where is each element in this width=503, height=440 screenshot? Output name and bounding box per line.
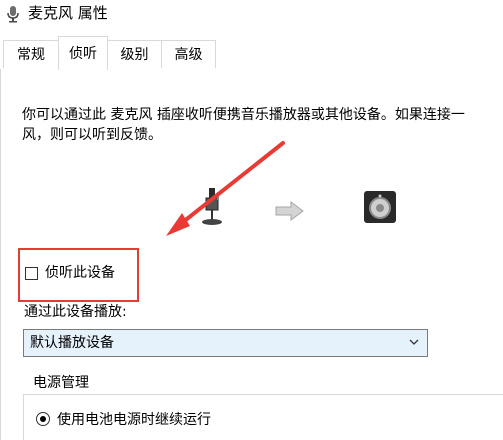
tab-bar: 常规 侦听 级别 高级 <box>0 36 503 70</box>
listen-to-device-label[interactable]: 侦听此设备 <box>45 263 115 283</box>
playback-device-value: 默认播放设备 <box>30 335 114 351</box>
playback-through-label: 通过此设备播放: <box>24 304 127 320</box>
tab-levels[interactable]: 级别 <box>107 40 162 68</box>
microphone-device-icon <box>202 188 222 225</box>
continue-on-battery-label[interactable]: 使用电池电源时继续运行 <box>57 410 211 430</box>
microphone-icon <box>7 6 19 23</box>
window-title: 麦克风 属性 <box>28 4 108 22</box>
tab-general[interactable]: 常规 <box>3 40 59 68</box>
listen-to-device-checkbox[interactable] <box>25 267 38 280</box>
flow-arrow-icon <box>275 201 304 221</box>
tab-listen[interactable]: 侦听 <box>58 36 108 70</box>
continue-on-battery-radio[interactable] <box>36 412 50 426</box>
speaker-device-icon <box>364 191 396 223</box>
listen-description: 你可以通过此 麦克风 插座收听便携音乐播放器或其他设备。如果连接一 风，则可以听… <box>22 107 465 143</box>
chevron-down-icon <box>409 339 419 345</box>
tab-advanced[interactable]: 高级 <box>161 40 216 68</box>
playback-device-select[interactable]: 默认播放设备 <box>23 329 428 357</box>
power-management-title: 电源管理 <box>30 373 92 393</box>
window-titlebar: 麦克风 属性 <box>0 0 503 30</box>
